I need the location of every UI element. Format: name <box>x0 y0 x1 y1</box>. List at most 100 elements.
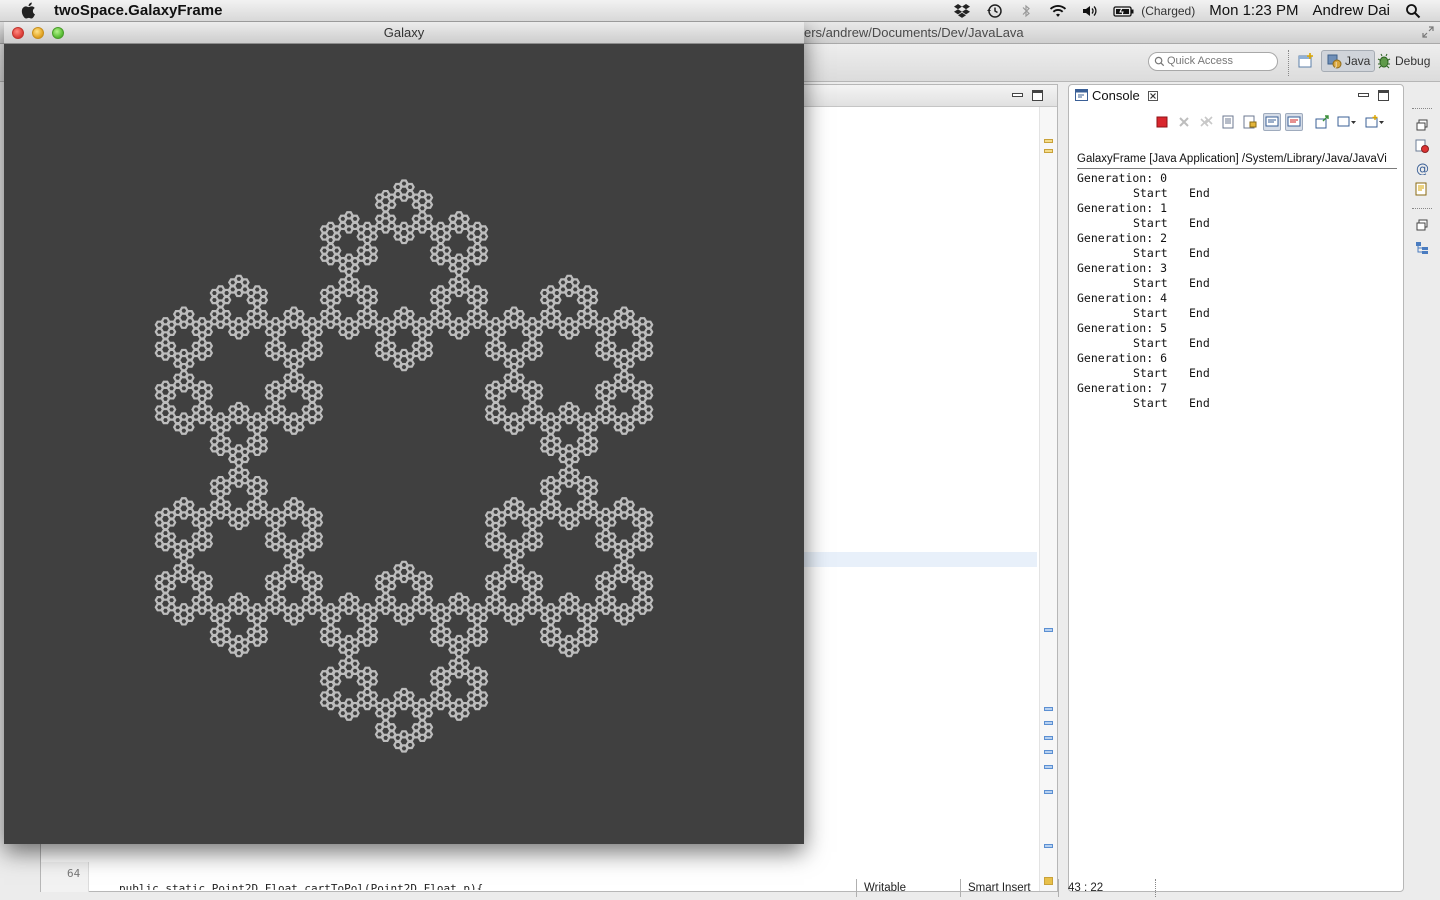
start-text: Start <box>1133 306 1168 320</box>
generation-label: Generation: 6 <box>1077 351 1168 365</box>
toolbar-separator <box>1288 50 1290 76</box>
time-machine-icon[interactable] <box>985 3 1003 19</box>
console-generation-line: Generation: 6 <box>1077 351 1397 366</box>
terminate-button[interactable] <box>1153 113 1171 131</box>
console-start-end-line: Start End <box>1077 216 1397 231</box>
spotlight-icon[interactable] <box>1404 3 1422 19</box>
generation-label: Generation: 2 <box>1077 231 1168 245</box>
minimize-window-button[interactable] <box>32 27 44 39</box>
bluetooth-icon[interactable] <box>1017 3 1035 19</box>
overview-occurrence-marker[interactable] <box>1044 790 1053 794</box>
console-start-end-line: Start End <box>1077 366 1397 381</box>
console-tab[interactable]: Console <box>1075 88 1158 103</box>
insert-mode-status: Smart Insert <box>968 882 1031 894</box>
apple-menu-icon[interactable] <box>20 2 36 19</box>
dropbox-icon[interactable] <box>953 3 971 19</box>
clear-console-button[interactable] <box>1219 113 1237 131</box>
remove-launch-button[interactable] <box>1175 113 1193 131</box>
console-start-end-line: Start End <box>1077 246 1397 261</box>
debug-perspective-button[interactable]: Debug <box>1372 50 1434 72</box>
search-icon <box>1154 56 1165 67</box>
maximize-view-icon[interactable] <box>1032 90 1043 101</box>
trim-drag-handle[interactable] <box>1412 108 1432 110</box>
restore-icon[interactable] <box>1415 218 1429 232</box>
show-on-stderr-button[interactable] <box>1285 113 1303 131</box>
remove-all-terminated-button[interactable] <box>1197 113 1215 131</box>
open-console-button[interactable] <box>1363 113 1387 131</box>
console-generation-line: Generation: 1 <box>1077 201 1397 216</box>
overview-occurrence-marker[interactable] <box>1044 721 1053 725</box>
minimize-view-icon[interactable] <box>1358 91 1369 99</box>
zoom-window-button[interactable] <box>52 27 64 39</box>
wifi-icon[interactable] <box>1049 3 1067 19</box>
declaration-icon[interactable] <box>1415 182 1429 196</box>
console-toolbar <box>1153 112 1387 132</box>
terminate-icon <box>1156 116 1168 128</box>
galaxy-window: Galaxy <box>4 22 804 844</box>
end-text: End <box>1189 306 1210 320</box>
quick-access-input[interactable]: Quick Access <box>1148 52 1278 71</box>
display-selected-console-button[interactable] <box>1335 113 1359 131</box>
overview-occurrence-marker[interactable] <box>1044 628 1053 632</box>
writable-status: Writable <box>864 882 906 894</box>
trim-drag-handle[interactable] <box>1412 208 1432 210</box>
java-perspective-button[interactable]: J Java <box>1321 50 1376 72</box>
overview-occurrence-marker[interactable] <box>1044 707 1053 711</box>
workspace-path-title: ers/andrew/Documents/Dev/JavaLava <box>804 25 1024 40</box>
minimize-view-icon[interactable] <box>1012 91 1023 99</box>
galaxy-window-title: Galaxy <box>383 25 425 40</box>
status-bar: Writable Smart Insert 43 : 22 <box>0 876 1440 900</box>
status-separator <box>1155 879 1156 897</box>
start-text: Start <box>1133 366 1168 380</box>
scroll-lock-button[interactable] <box>1241 113 1259 131</box>
console-start-end-line: Start End <box>1077 276 1397 291</box>
battery-icon[interactable] <box>1113 3 1135 19</box>
fullscreen-icon[interactable] <box>1422 26 1434 38</box>
volume-icon[interactable] <box>1081 3 1099 19</box>
show-on-stdout-button[interactable] <box>1263 113 1281 131</box>
open-perspective-icon[interactable] <box>1297 52 1315 70</box>
generation-label: Generation: 5 <box>1077 321 1168 335</box>
overview-warning-marker[interactable] <box>1044 139 1053 143</box>
console-generation-line: Generation: 0 <box>1077 171 1397 186</box>
outline-view-icon[interactable] <box>1415 139 1429 153</box>
open-console-dropdown-icon <box>1365 115 1384 128</box>
console-generation-line: Generation: 3 <box>1077 261 1397 276</box>
maximize-view-icon[interactable] <box>1378 90 1389 101</box>
fast-user-switch[interactable]: Andrew Dai <box>1312 2 1390 19</box>
svg-text:J: J <box>1334 62 1337 69</box>
overview-occurrence-marker[interactable] <box>1044 765 1053 769</box>
end-text: End <box>1189 366 1210 380</box>
menu-bar: twoSpace.GalaxyFrame (Charged) Mon 1:23 … <box>0 0 1440 22</box>
menu-clock[interactable]: Mon 1:23 PM <box>1209 2 1298 19</box>
javadoc-icon[interactable]: @ <box>1415 161 1429 175</box>
debug-perspective-label: Debug <box>1395 54 1431 68</box>
overview-warning-marker[interactable] <box>1044 149 1053 153</box>
overview-occurrence-marker[interactable] <box>1044 750 1053 754</box>
generation-label: Generation: 4 <box>1077 291 1168 305</box>
overview-occurrence-marker[interactable] <box>1044 844 1053 848</box>
close-window-button[interactable] <box>12 27 24 39</box>
java-perspective-label: Java <box>1345 54 1371 68</box>
clear-console-icon <box>1222 115 1234 129</box>
overview-ruler[interactable] <box>1039 107 1057 891</box>
battery-status-text: (Charged) <box>1141 3 1196 18</box>
console-view-header: Console <box>1069 85 1403 107</box>
hierarchy-icon[interactable] <box>1415 241 1429 255</box>
close-icon[interactable] <box>1147 90 1158 101</box>
start-text: Start <box>1133 246 1168 260</box>
console-output[interactable]: Generation: 0 Start End Generation: 1 Start E… <box>1077 171 1397 411</box>
console-view: Console GalaxyFrame [Java Application] /… <box>1068 84 1404 892</box>
remove-all-icon <box>1200 116 1213 127</box>
overview-occurrence-marker[interactable] <box>1044 736 1053 740</box>
galaxy-title-bar[interactable]: Galaxy <box>4 22 804 44</box>
console-generation-line: Generation: 7 <box>1077 381 1397 396</box>
pin-console-button[interactable] <box>1313 113 1331 131</box>
restore-icon[interactable] <box>1415 118 1429 132</box>
start-text: Start <box>1133 396 1168 410</box>
svg-text:@: @ <box>1416 162 1429 175</box>
generation-label: Generation: 3 <box>1077 261 1168 275</box>
quick-access-placeholder: Quick Access <box>1167 55 1234 67</box>
app-menu-name[interactable]: twoSpace.GalaxyFrame <box>54 2 222 19</box>
end-text: End <box>1189 246 1210 260</box>
